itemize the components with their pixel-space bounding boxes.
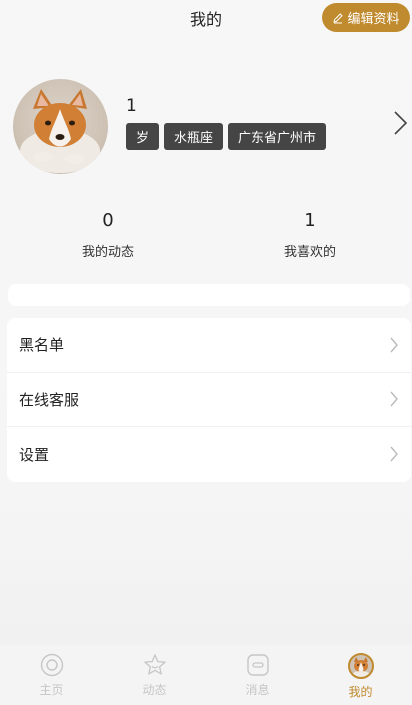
stat-label: 我的动态 — [81, 245, 134, 260]
menu-item-label: 在线客服 — [19, 390, 80, 409]
avatar[interactable] — [13, 79, 108, 174]
stat-value: 0 — [102, 210, 114, 231]
menu-item-blacklist[interactable]: 黑名单 — [7, 318, 411, 373]
edit-profile-button[interactable]: 编辑资料 — [322, 3, 410, 32]
age-tag: 岁 — [126, 123, 160, 150]
tab-home[interactable]: 主页 — [0, 645, 103, 705]
avatar-icon — [347, 653, 374, 679]
star-icon — [143, 654, 166, 675]
pencil-icon — [333, 12, 344, 23]
chevron-right-icon — [390, 337, 398, 353]
chevron-right-icon — [390, 447, 398, 462]
tab-label: 我的 — [348, 685, 373, 699]
corgi-mini-avatar — [352, 657, 369, 677]
tab-label: 动态 — [142, 683, 167, 697]
menu-item-settings[interactable]: 设置 — [7, 427, 411, 482]
stat-value: 1 — [304, 210, 316, 231]
chevron-right-icon[interactable] — [392, 110, 408, 136]
menu-item-label: 设置 — [19, 445, 50, 464]
location-tag: 广东省广州市 — [228, 123, 327, 150]
tab-bar: 主页 动态 消息 我的 — [0, 645, 412, 705]
menu-item-customer-service[interactable]: 在线客服 — [7, 373, 411, 428]
stat-label: 我喜欢的 — [283, 245, 336, 260]
corgi-avatar-image — [20, 89, 100, 173]
stat-my-posts[interactable]: 0 我的动态 — [48, 210, 168, 260]
zodiac-tag: 水瓶座 — [164, 123, 224, 150]
profile-tags: 岁 水瓶座 广东省广州市 — [126, 123, 327, 150]
message-icon — [246, 654, 269, 676]
tab-mine[interactable]: 我的 — [309, 645, 412, 705]
chevron-right-icon — [390, 391, 398, 407]
stat-my-likes[interactable]: 1 我喜欢的 — [250, 210, 370, 260]
home-icon — [40, 653, 63, 677]
menu-card: 黑名单 在线客服 设置 — [7, 318, 411, 482]
menu-item-label: 黑名单 — [19, 336, 65, 355]
tab-label: 消息 — [245, 683, 270, 697]
user-name: 1 — [126, 96, 137, 116]
tab-feed[interactable]: 动态 — [103, 645, 206, 705]
tab-messages[interactable]: 消息 — [206, 645, 309, 705]
tab-label: 主页 — [39, 683, 64, 697]
empty-card — [8, 284, 410, 306]
header: 我的 编辑资料 — [0, 0, 412, 34]
edit-profile-label: 编辑资料 — [347, 12, 400, 27]
